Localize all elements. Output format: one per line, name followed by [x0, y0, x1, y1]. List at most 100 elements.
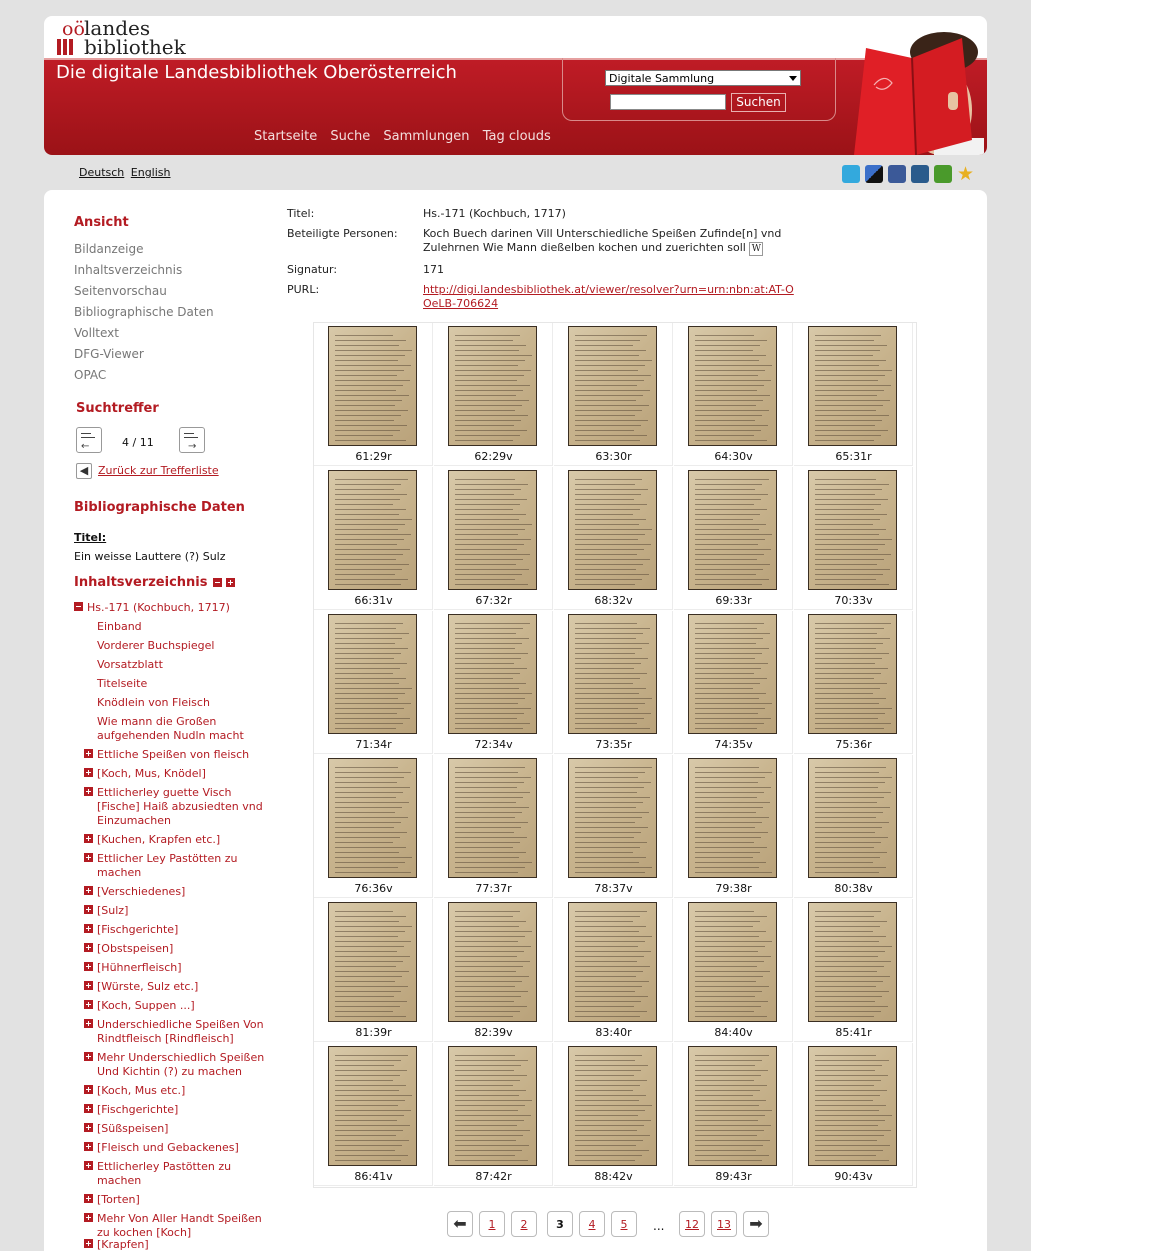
thumbnail-cell[interactable]: 71:34r [314, 611, 433, 754]
expand-icon[interactable] [84, 1019, 93, 1028]
page-thumbnail-image[interactable] [808, 758, 897, 878]
lang-deutsch[interactable]: Deutsch [79, 166, 124, 179]
page-thumbnail-image[interactable] [568, 326, 657, 446]
expand-icon[interactable] [84, 1104, 93, 1113]
page-link-1[interactable]: 1 [479, 1211, 505, 1237]
page-thumbnail-image[interactable] [568, 902, 657, 1022]
nav-suche[interactable]: Suche [330, 129, 370, 144]
toc-item[interactable]: [Fischgerichte] [97, 1103, 272, 1117]
page-thumbnail-image[interactable] [688, 1046, 777, 1166]
thumbnail-cell[interactable]: 81:39r [314, 899, 433, 1042]
thumbnail-cell[interactable]: 89:43r [674, 1043, 793, 1186]
expand-icon[interactable] [84, 886, 93, 895]
next-page-button[interactable]: ➡ [743, 1211, 769, 1237]
thumbnail-cell[interactable]: 90:43v [794, 1043, 913, 1186]
toc-item[interactable]: [Süßspeisen] [97, 1122, 272, 1136]
toc-item[interactable]: Vorderer Buchspiegel [97, 639, 272, 653]
thumbnail-cell[interactable]: 87:42r [434, 1043, 553, 1186]
toc-item[interactable]: Wie mann die Großen aufgehenden Nudln ma… [97, 715, 272, 743]
page-thumbnail-image[interactable] [448, 758, 537, 878]
thumbnail-cell[interactable]: 80:38v [794, 755, 913, 898]
thumbnail-cell[interactable]: 88:42v [554, 1043, 673, 1186]
thumbnail-cell[interactable]: 86:41v [314, 1043, 433, 1186]
thumbnail-cell[interactable]: 70:33v [794, 467, 913, 610]
thumbnail-cell[interactable]: 67:32r [434, 467, 553, 610]
page-link-13[interactable]: 13 [711, 1211, 737, 1237]
wikipedia-icon[interactable]: W [749, 242, 764, 256]
purl-link[interactable]: http://digi.landesbibliothek.at/viewer/r… [423, 283, 798, 311]
page-thumbnail-image[interactable] [448, 326, 537, 446]
page-thumbnail-image[interactable] [328, 614, 417, 734]
thumbnail-cell[interactable]: 73:35r [554, 611, 673, 754]
page-link-2[interactable]: 2 [511, 1211, 537, 1237]
facebook-icon[interactable] [888, 165, 906, 183]
toc-item[interactable]: [Krapfen] [97, 1238, 272, 1252]
page-thumbnail-image[interactable] [568, 470, 657, 590]
page-thumbnail-image[interactable] [808, 470, 897, 590]
thumbnail-cell[interactable]: 72:34v [434, 611, 553, 754]
expand-icon[interactable] [84, 1142, 93, 1151]
view-bildanzeige[interactable]: Bildanzeige [74, 242, 144, 256]
thumbnail-cell[interactable]: 75:36r [794, 611, 913, 754]
search-input[interactable] [610, 94, 726, 110]
expand-icon[interactable] [84, 1161, 93, 1170]
page-thumbnail-image[interactable] [328, 758, 417, 878]
toc-item[interactable]: [Fleisch und Gebackenes] [97, 1141, 272, 1155]
page-thumbnail-image[interactable] [328, 902, 417, 1022]
toc-item[interactable]: [Hühnerfleisch] [97, 961, 272, 975]
view-dfg-viewer[interactable]: DFG-Viewer [74, 347, 144, 361]
page-thumbnail-image[interactable] [568, 1046, 657, 1166]
thumbnail-cell[interactable]: 77:37r [434, 755, 553, 898]
expand-icon[interactable] [84, 834, 93, 843]
expand-icon[interactable] [84, 962, 93, 971]
thumbnail-cell[interactable]: 84:40v [674, 899, 793, 1042]
toc-item[interactable]: Knödlein von Fleisch [97, 696, 272, 710]
view-bibliographische-daten[interactable]: Bibliographische Daten [74, 305, 214, 319]
favorite-star-icon[interactable]: ★ [957, 165, 975, 184]
expand-icon[interactable] [84, 981, 93, 990]
page-thumbnail-image[interactable] [568, 758, 657, 878]
thumbnail-cell[interactable]: 66:31v [314, 467, 433, 610]
thumbnail-cell[interactable]: 69:33r [674, 467, 793, 610]
toc-item[interactable]: Titelseite [97, 677, 272, 691]
thumbnail-cell[interactable]: 61:29r [314, 323, 433, 466]
expand-icon[interactable] [84, 1194, 93, 1203]
collapse-root-icon[interactable] [74, 602, 83, 611]
thumbnail-cell[interactable]: 65:31r [794, 323, 913, 466]
page-thumbnail-image[interactable] [808, 614, 897, 734]
thumbnail-cell[interactable]: 74:35v [674, 611, 793, 754]
lang-english[interactable]: English [131, 166, 171, 179]
thumbnail-cell[interactable]: 68:32v [554, 467, 673, 610]
toc-item[interactable]: [Koch, Mus etc.] [97, 1084, 272, 1098]
expand-icon[interactable] [84, 1213, 93, 1222]
toc-item[interactable]: [Obstspeisen] [97, 942, 272, 956]
expand-icon[interactable] [84, 787, 93, 796]
toc-item[interactable]: Ettlicher Ley Pastötten zu machen [97, 852, 272, 880]
toc-item[interactable]: [Koch, Suppen ...] [97, 999, 272, 1013]
page-thumbnail-image[interactable] [808, 902, 897, 1022]
site-logo[interactable]: oö landes bibliothek [56, 16, 196, 59]
expand-all-icon[interactable] [226, 578, 235, 587]
toc-item[interactable]: [Verschiedenes] [97, 885, 272, 899]
page-thumbnail-image[interactable] [808, 1046, 897, 1166]
toc-item[interactable]: [Würste, Sulz etc.] [97, 980, 272, 994]
thumbnail-cell[interactable]: 83:40r [554, 899, 673, 1042]
view-inhaltsverzeichnis[interactable]: Inhaltsverzeichnis [74, 263, 182, 277]
back-to-results-link[interactable]: Zurück zur Trefferliste [98, 464, 219, 477]
toc-item[interactable]: Underschiedliche Speißen Von Rindtfleisc… [97, 1018, 272, 1046]
expand-icon[interactable] [84, 768, 93, 777]
toc-item[interactable]: Mehr Von Aller Handt Speißen zu kochen [… [97, 1212, 272, 1240]
page-thumbnail-image[interactable] [688, 902, 777, 1022]
page-thumbnail-image[interactable] [448, 1046, 537, 1166]
search-button[interactable]: Suchen [731, 93, 786, 112]
page-thumbnail-image[interactable] [448, 902, 537, 1022]
expand-icon[interactable] [84, 1123, 93, 1132]
thumbnail-cell[interactable]: 82:39v [434, 899, 553, 1042]
view-opac[interactable]: OPAC [74, 368, 106, 382]
expand-icon[interactable] [84, 1000, 93, 1009]
expand-icon[interactable] [84, 943, 93, 952]
thumbnail-cell[interactable]: 62:29v [434, 323, 553, 466]
search-scope-select[interactable]: Digitale Sammlung [605, 70, 801, 86]
expand-icon[interactable] [84, 924, 93, 933]
stumbleupon-icon[interactable] [934, 165, 952, 183]
